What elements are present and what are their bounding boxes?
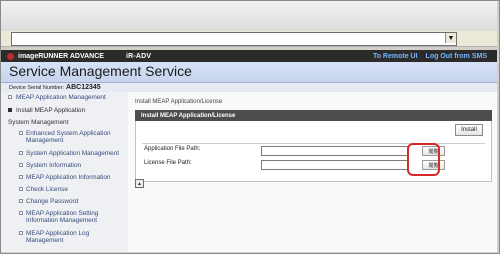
serial-label: Device Serial Number: xyxy=(9,84,65,91)
browse-buttons-highlight xyxy=(407,143,440,176)
browser-toolbar xyxy=(1,1,497,32)
scroll-up-icon[interactable]: ▲ xyxy=(135,179,144,188)
title-bar: Service Management Service xyxy=(1,62,497,83)
application-file-path-input[interactable] xyxy=(261,146,409,156)
address-bar[interactable] xyxy=(11,32,457,46)
sidebar-bullet-icon xyxy=(19,151,23,155)
serial-value: ABC12345 xyxy=(66,84,101,91)
section-title: Install MEAP Application/License xyxy=(135,99,223,105)
brand-name: imageRUNNER ADVANCE xyxy=(18,52,104,60)
logout-link[interactable]: Log Out from SMS xyxy=(426,53,487,60)
sidebar-bullet-icon xyxy=(19,231,23,235)
application-file-path-label: Application File Path: xyxy=(144,146,201,152)
product-name: iR-ADV xyxy=(125,52,152,60)
license-file-path-input[interactable] xyxy=(261,160,409,170)
sidebar-bullet-icon xyxy=(19,163,23,167)
sidebar-bullet-icon xyxy=(19,199,23,203)
sidebar-bullet-icon xyxy=(19,211,23,215)
panel-header: Install MEAP Application/License xyxy=(135,110,492,121)
sidebar-bullet-icon xyxy=(19,187,23,191)
brand-bar: imageRUNNER ADVANCE iR-ADV To Remote UI … xyxy=(1,50,497,62)
sidebar-bullet-icon xyxy=(8,95,12,99)
top-links: To Remote UI Log Out from SMS xyxy=(373,53,487,60)
sidebar-bullet-icon xyxy=(19,175,23,179)
brand-logo-icon xyxy=(7,52,14,60)
sidebar-bullet-icon xyxy=(19,131,23,135)
serial-bar: Device Serial Number: ABC12345 xyxy=(1,83,497,92)
sidebar-bullet-icon xyxy=(8,108,12,112)
address-dropdown-icon[interactable]: ▼ xyxy=(445,33,456,43)
license-file-path-label: License File Path: xyxy=(144,160,192,166)
main-content: Install MEAP Application/License Install… xyxy=(128,92,497,252)
remote-ui-link[interactable]: To Remote UI xyxy=(373,53,418,60)
page-title: Service Management Service xyxy=(9,63,192,79)
install-button[interactable]: Install xyxy=(455,124,483,136)
sidebar: MEAP Application Management Install MEAP… xyxy=(1,92,129,252)
